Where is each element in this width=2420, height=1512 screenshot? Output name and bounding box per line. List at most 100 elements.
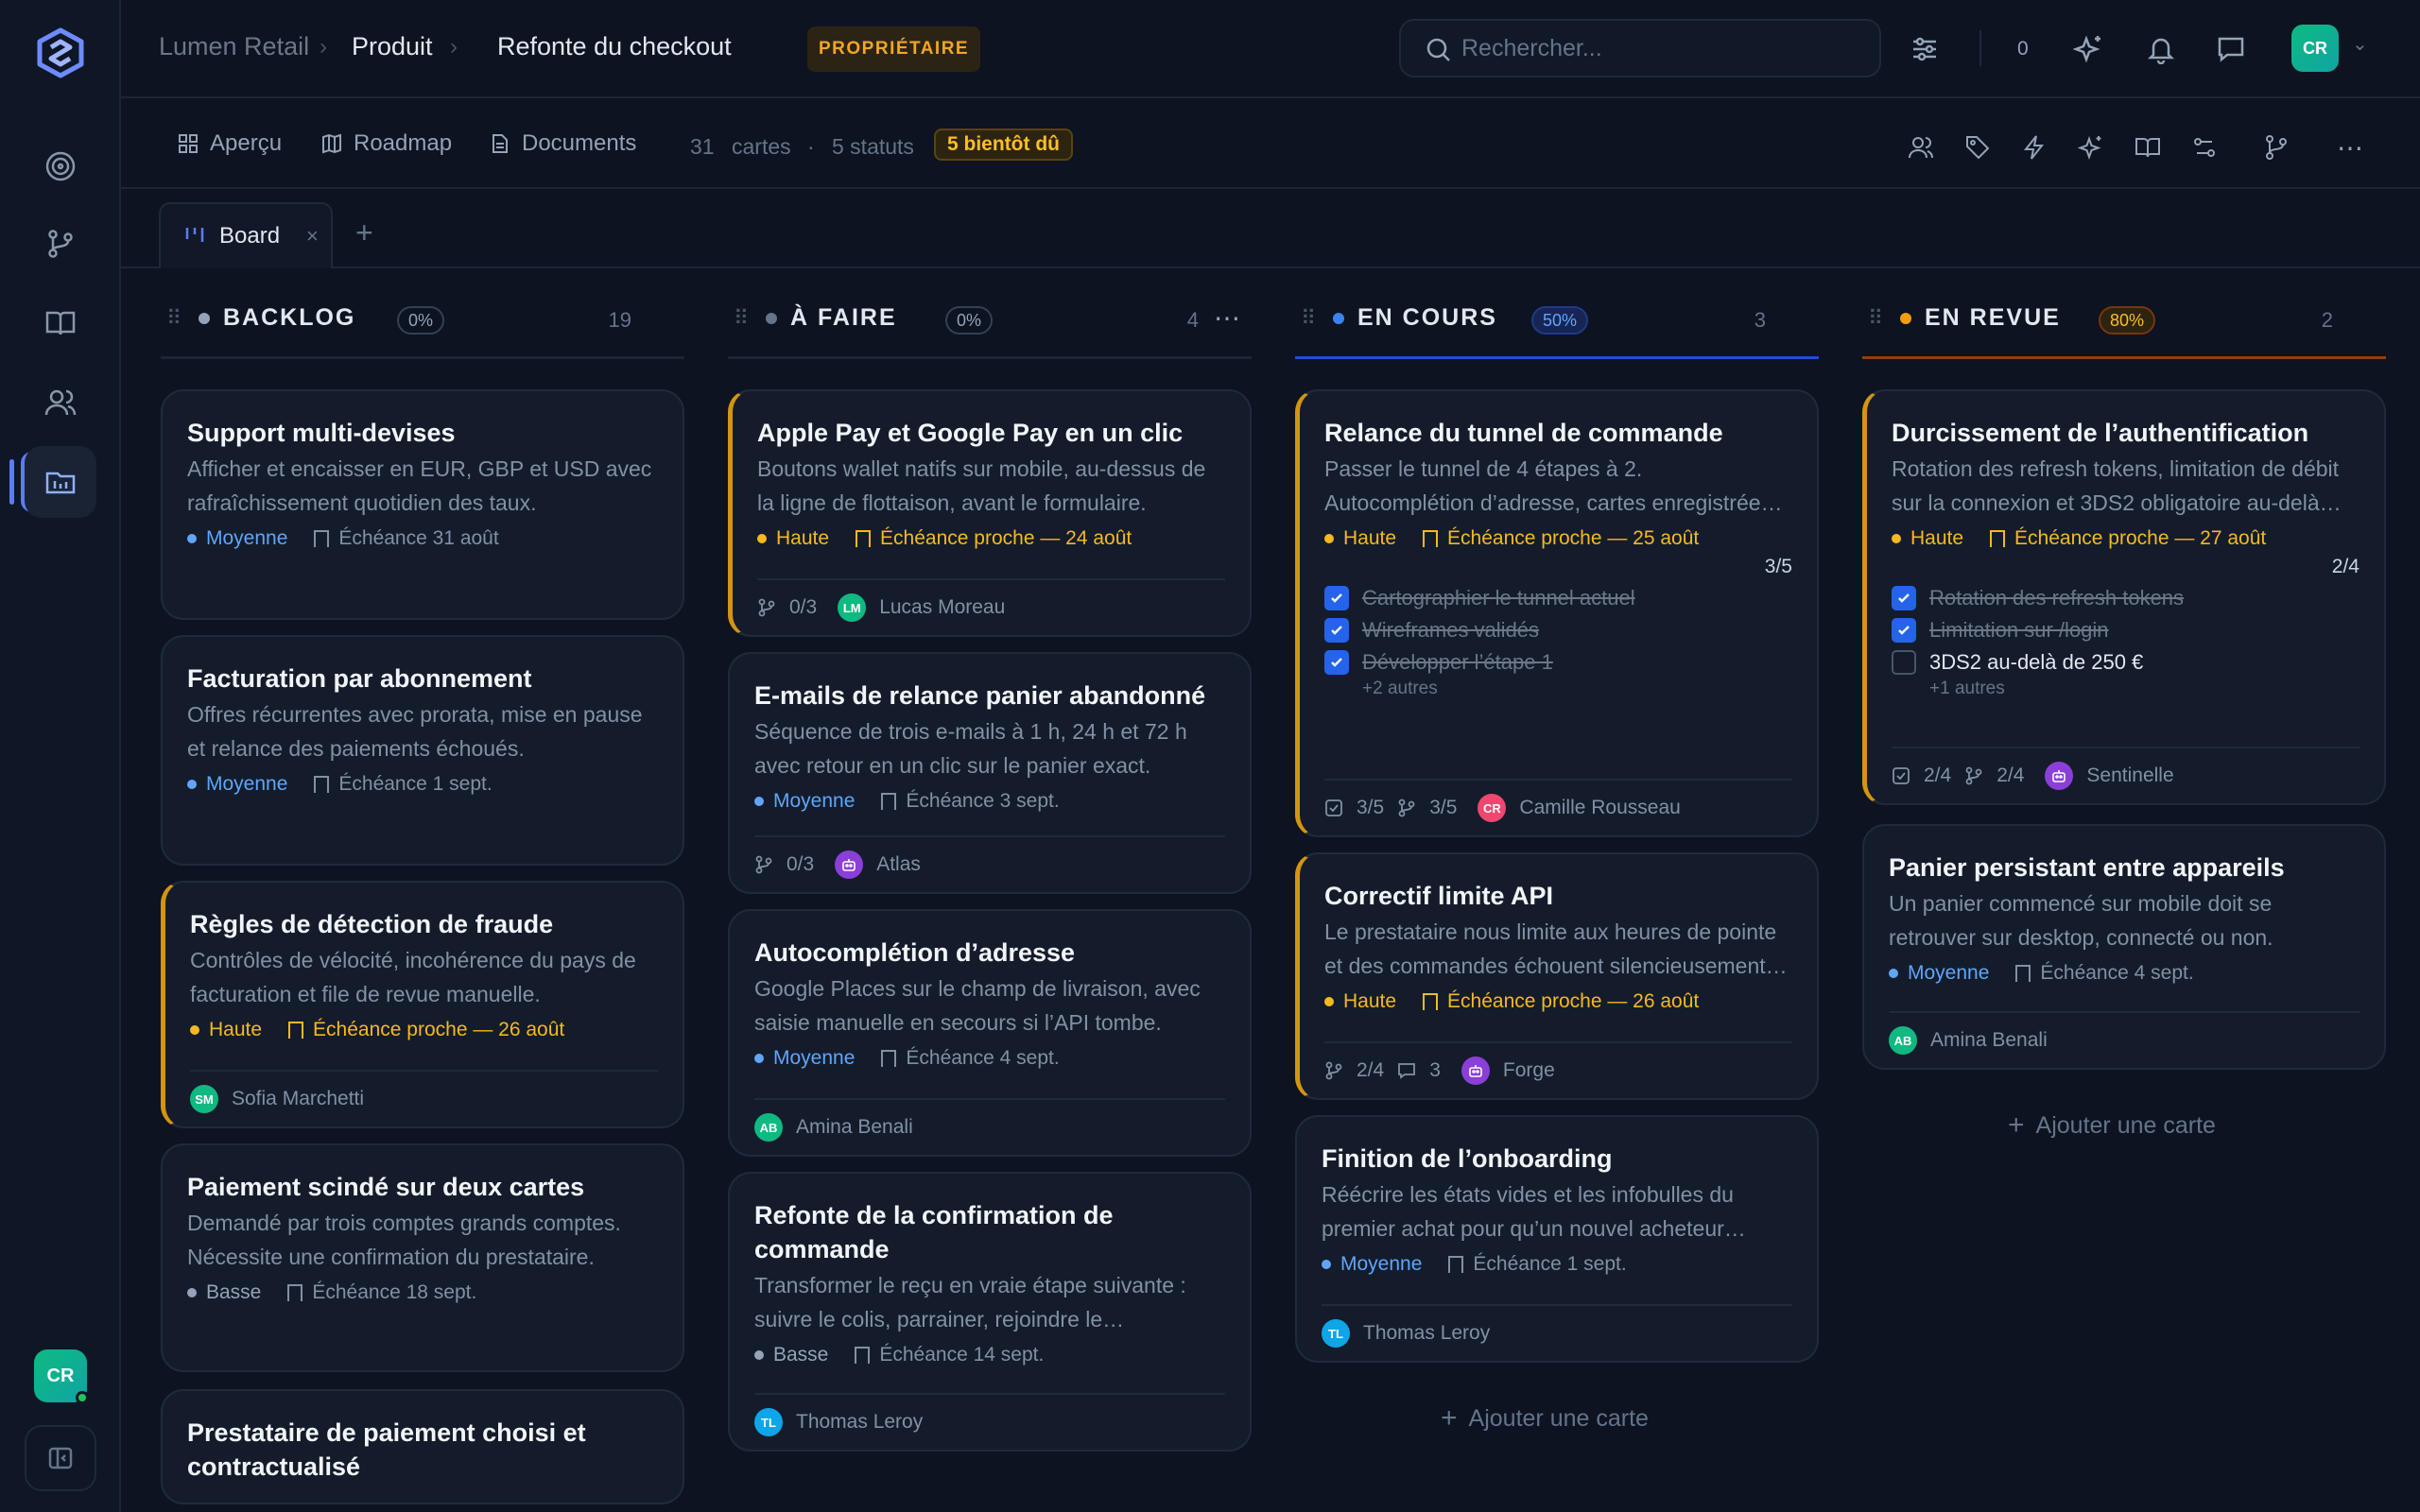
card-description: Un panier commencé sur mobile doit se re… [1889, 891, 2273, 950]
filters-icon[interactable] [1904, 28, 1945, 70]
task-card[interactable]: Facturation par abonnement Offres récurre… [161, 635, 684, 866]
rail-target-icon[interactable] [25, 130, 96, 202]
priority-label: Moyenne [187, 527, 287, 550]
breadcrumb-org[interactable]: Lumen Retail [159, 32, 309, 61]
tab-board[interactable]: Board × [159, 202, 333, 268]
add-card-button[interactable]: + Ajouter une carte [1441, 1402, 1649, 1435]
map-icon [322, 133, 341, 154]
task-card[interactable]: Paiement scindé sur deux cartes Demandé p… [161, 1143, 684, 1372]
search-icon [1426, 37, 1452, 70]
members-icon[interactable] [1902, 129, 1940, 166]
checkbox-checked-icon[interactable] [1324, 650, 1349, 675]
checklist-item[interactable]: 3DS2 au-delà de 250 € [1892, 650, 2360, 675]
account-avatar[interactable]: CR [2291, 25, 2339, 72]
card-meta-row: Moyenne Échéance 1 sept. [187, 773, 658, 796]
rail-users-icon[interactable] [25, 367, 96, 438]
priority-label: Haute [190, 1019, 262, 1041]
search-input[interactable]: Rechercher... [1399, 19, 1881, 77]
task-card[interactable]: Refonte de la confirmation de commande Tr… [728, 1172, 1252, 1452]
tab-roadmap[interactable]: Roadmap [321, 130, 452, 157]
column-menu-icon[interactable]: ⋯ [1214, 302, 1240, 334]
app-logo-icon[interactable] [30, 23, 91, 83]
checklist-item[interactable]: Cartographier le tunnel actuel [1324, 586, 1792, 610]
assignee-name: Sofia Marchetti [232, 1088, 365, 1109]
add-card-label: Ajouter une carte [1468, 1404, 1649, 1432]
git-branch-icon[interactable] [2257, 129, 2295, 166]
column-count: 4 [1186, 308, 1199, 332]
plus-icon: + [2008, 1109, 2025, 1141]
checkbox-checked-icon[interactable] [1324, 618, 1349, 643]
card-description: Le prestataire nous limite aux heures de… [1324, 919, 1788, 978]
checklist-item[interactable]: Wireframes validés [1324, 618, 1792, 643]
breadcrumb-section[interactable]: Produit [352, 32, 433, 61]
checkbox-checked-icon[interactable] [1324, 586, 1349, 610]
bell-icon[interactable] [2140, 28, 2182, 70]
task-card[interactable]: Durcissement de l’authentification Rotati… [1862, 389, 2386, 805]
drag-handle-icon[interactable]: ⠿ [1301, 306, 1316, 331]
checklist-more[interactable]: +2 autres [1362, 679, 1792, 699]
card-title: Prestataire de paiement choisi et contra… [187, 1418, 586, 1481]
rail-book-icon[interactable] [25, 287, 96, 359]
board-icon [185, 228, 204, 242]
chat-icon[interactable] [2210, 28, 2252, 70]
card-meta-row: Haute Échéance proche — 26 août [1324, 990, 1792, 1013]
tab-roadmap-label: Roadmap [354, 130, 453, 156]
breadcrumb-separator: › [450, 34, 458, 60]
task-card[interactable]: Correctif limite API Le prestataire nous … [1295, 852, 1819, 1100]
add-view-icon[interactable]: + [355, 215, 373, 250]
checklist-progress: 2/4 [2331, 556, 2360, 577]
workflow-icon[interactable] [2186, 129, 2223, 166]
tab-documents[interactable]: Documents [490, 130, 636, 157]
card-title: Finition de l’onboarding [1322, 1144, 1613, 1173]
priority-label: Haute [757, 527, 829, 550]
task-card[interactable]: Règles de détection de fraude Contrôles d… [161, 881, 684, 1128]
rail-board-icon[interactable] [9, 446, 96, 518]
status-dot [199, 313, 210, 324]
notif-count: 0 [2017, 38, 2029, 60]
task-card[interactable]: Support multi-devises Afficher et encaiss… [161, 389, 684, 620]
tag-icon[interactable] [1959, 129, 1996, 166]
chevron-down-icon[interactable]: ⌄ [2352, 32, 2368, 56]
rail-branch-icon[interactable] [25, 208, 96, 280]
role-badge: PROPRIÉTAIRE [807, 26, 981, 72]
lightning-icon[interactable] [2015, 129, 2053, 166]
task-card[interactable]: Prestataire de paiement choisi et contra… [161, 1389, 684, 1504]
more-options-icon[interactable]: ⋯ [2331, 129, 2369, 166]
priority-label: Moyenne [187, 773, 287, 796]
priority-label: Haute [1324, 527, 1396, 550]
drag-handle-icon[interactable]: ⠿ [734, 306, 749, 331]
checklist-item-label: 3DS2 au-delà de 250 € [1929, 650, 2144, 674]
task-count: 3/5 [1357, 797, 1385, 818]
close-tab-icon[interactable]: × [306, 224, 319, 249]
task-card[interactable]: Relance du tunnel de commande Passer le t… [1295, 389, 1819, 837]
checkbox-empty-icon[interactable] [1892, 650, 1916, 675]
tab-apercu[interactable]: Aperçu [178, 130, 282, 157]
checklist-more[interactable]: +1 autres [1929, 679, 2360, 699]
due-date-label: Échéance proche — 26 août [1409, 990, 1699, 1013]
task-card[interactable]: E-mails de relance panier abandonné Séque… [728, 652, 1252, 894]
sparkles-icon[interactable] [2068, 28, 2110, 70]
card-count-label: cartes [732, 134, 791, 159]
checklist-progress: 3/5 [1764, 556, 1792, 577]
breadcrumb-page[interactable]: Refonte du checkout [497, 32, 732, 61]
checklist-item[interactable]: Limitation sur /login [1892, 618, 2360, 643]
status-dot [1333, 313, 1344, 324]
card-description: Passer le tunnel de 4 étapes à 2. Autoco… [1324, 456, 1783, 515]
collapse-sidebar-icon[interactable] [25, 1425, 96, 1491]
checklist-item[interactable]: Rotation des refresh tokens [1892, 586, 2360, 610]
assignee-name: Thomas Leroy [796, 1411, 924, 1433]
drag-handle-icon[interactable]: ⠿ [1868, 306, 1883, 331]
checkbox-checked-icon[interactable] [1892, 586, 1916, 610]
task-card[interactable]: Finition de l’onboarding Réécrire les éta… [1295, 1115, 1819, 1363]
add-card-button[interactable]: + Ajouter une carte [2008, 1109, 2216, 1142]
card-description: Contrôles de vélocité, incohérence du pa… [190, 948, 636, 1006]
task-card[interactable]: Panier persistant entre appareils Un pani… [1862, 824, 2386, 1070]
checklist-item[interactable]: Développer l’étape 1 [1324, 650, 1792, 675]
drag-handle-icon[interactable]: ⠿ [166, 306, 182, 331]
due-soon-badge[interactable]: 5 bientôt dû [934, 129, 1073, 161]
task-card[interactable]: Autocomplétion d’adresse Google Places su… [728, 909, 1252, 1157]
ai-sparkles-icon[interactable] [2072, 129, 2110, 166]
task-card[interactable]: Apple Pay et Google Pay en un clic Bouton… [728, 389, 1252, 637]
checkbox-checked-icon[interactable] [1892, 618, 1916, 643]
book-icon[interactable] [2129, 129, 2167, 166]
